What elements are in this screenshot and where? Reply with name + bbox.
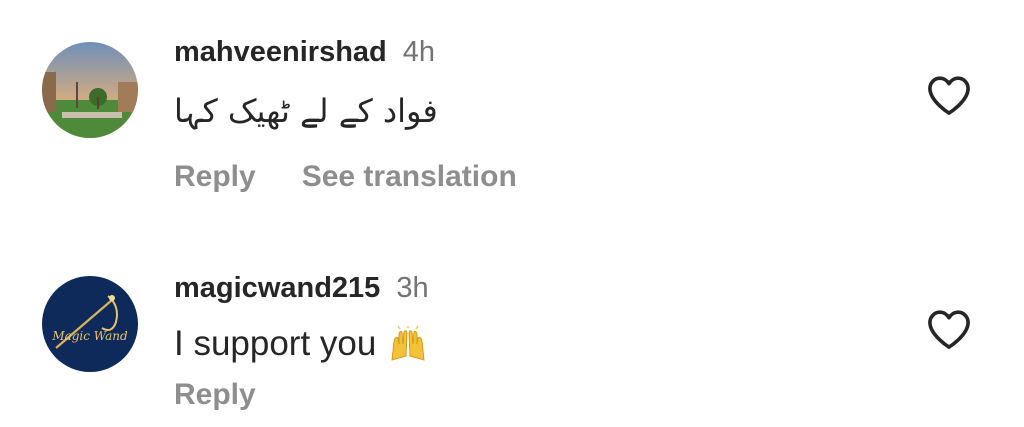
landscape-photo-avatar-icon — [42, 42, 138, 138]
raising-hands-emoji-icon — [388, 325, 428, 362]
comment-text: فواد کے لے ٹھیک کہا — [174, 92, 438, 130]
username[interactable]: mahveenirshad — [174, 36, 387, 69]
comment-text-row: I support you — [174, 324, 428, 364]
comment-actions: Reply See translation — [174, 160, 563, 194]
like-heart-icon[interactable] — [926, 308, 972, 350]
see-translation-button[interactable]: See translation — [302, 160, 517, 194]
comment-text: I support you — [174, 324, 377, 363]
avatar-text: Magic Wand — [51, 329, 128, 343]
username[interactable]: magicwand215 — [174, 272, 380, 305]
like-heart-icon[interactable] — [926, 74, 972, 116]
reply-button[interactable]: Reply — [174, 160, 256, 194]
reply-button[interactable]: Reply — [174, 378, 256, 412]
comment-header: mahveenirshad 4h — [174, 36, 435, 69]
comment-item: mahveenirshad 4h فواد کے لے ٹھیک کہا Rep… — [0, 0, 1024, 230]
magic-wand-logo-avatar-icon: Magic Wand — [42, 276, 138, 372]
timestamp: 3h — [396, 272, 429, 304]
comment-header: magicwand215 3h — [174, 272, 429, 305]
timestamp: 4h — [402, 36, 436, 68]
comment-item: Magic Wand magicwand215 3h I support you… — [0, 236, 1024, 427]
avatar[interactable]: Magic Wand — [42, 276, 138, 372]
avatar[interactable] — [42, 42, 138, 138]
comment-actions: Reply — [174, 378, 302, 412]
